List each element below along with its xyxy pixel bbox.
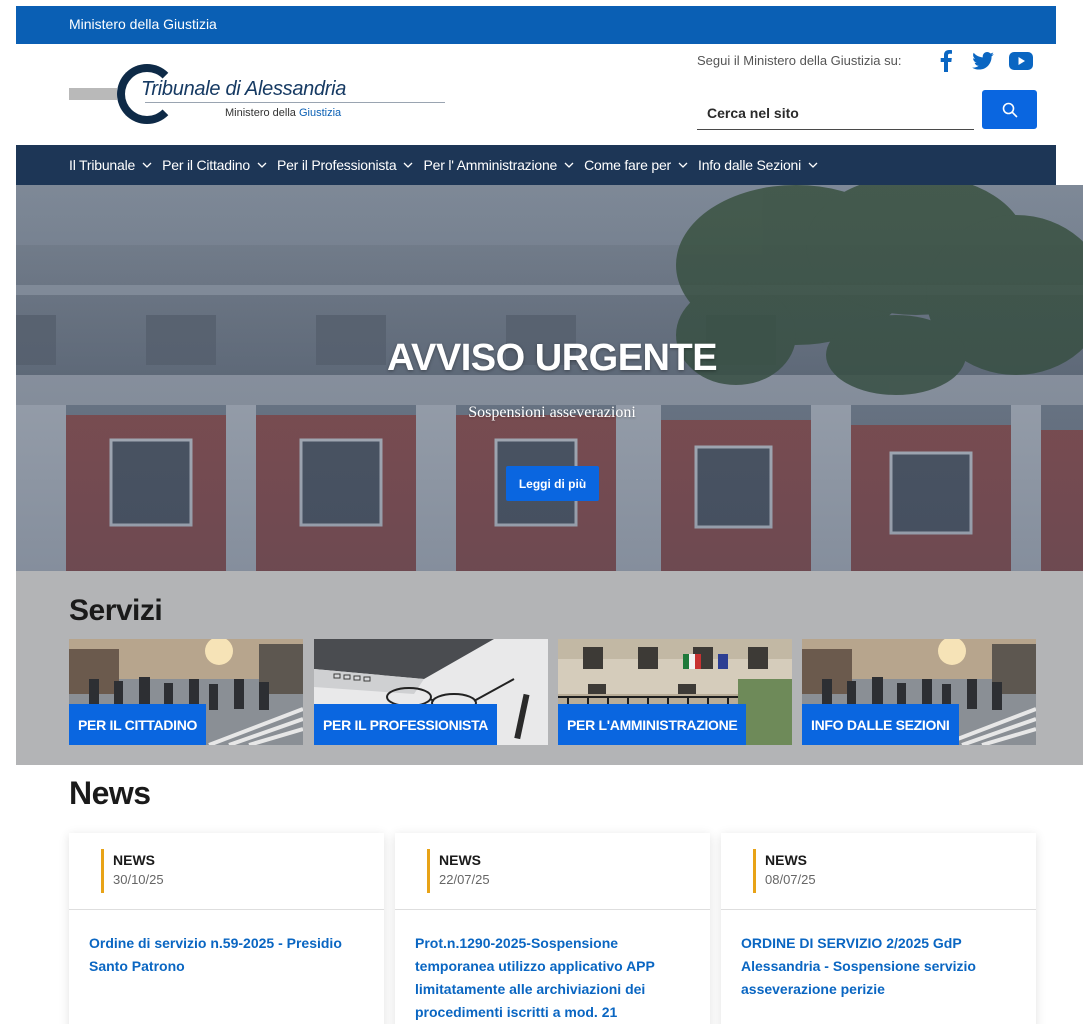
news-card[interactable]: NEWS 08/07/25 ORDINE DI SERVIZIO 2/2025 …	[721, 833, 1036, 1024]
nav-item-per-il-professionista[interactable]: Per il Professionista	[277, 157, 414, 173]
logo-subtitle-accent: Giustizia	[298, 107, 342, 119]
logo-subtitle-prefix: Ministero della	[225, 107, 299, 119]
news-link[interactable]: Ordine di servizio n.59-2025 - Presidio …	[89, 932, 362, 978]
servizi-title: Servizi	[69, 594, 163, 627]
nav-item-label: Per il Cittadino	[162, 157, 250, 173]
search-icon	[1002, 102, 1017, 117]
news-card[interactable]: NEWS 30/10/25 Ordine di servizio n.59-20…	[69, 833, 384, 1024]
news-meta: NEWS 08/07/25	[753, 849, 816, 893]
news-category: NEWS	[113, 852, 155, 868]
read-more-button[interactable]: Leggi di più	[506, 466, 599, 501]
chevron-down-icon	[678, 162, 688, 168]
nav-item-label: Per l' Amministrazione	[423, 157, 558, 173]
news-link[interactable]: Prot.n.1290-2025-Sospensione temporanea …	[415, 932, 688, 1024]
hero-title: AVVISO URGENTE	[386, 337, 718, 379]
service-card-cittadino[interactable]: PER IL CITTADINO	[69, 639, 303, 745]
service-card-label: PER IL PROFESSIONISTA	[314, 704, 498, 745]
twitter-icon[interactable]	[971, 49, 995, 73]
nav-item-label: Info dalle Sezioni	[698, 157, 802, 173]
chevron-down-icon	[564, 162, 574, 168]
nav-item-per-l-amministrazione[interactable]: Per l' Amministrazione	[423, 157, 574, 173]
news-divider	[69, 909, 384, 910]
site-logo[interactable]: Tribunale di Alessandria Ministero della…	[69, 62, 449, 132]
nav-item-label: Come fare per	[584, 157, 672, 173]
youtube-icon[interactable]	[1009, 49, 1033, 73]
ministry-link[interactable]: Ministero della Giustizia	[69, 16, 217, 32]
service-card-amministrazione[interactable]: PER L'AMMINISTRAZIONE	[558, 639, 792, 745]
main-nav: Il Tribunale Per il Cittadino Per il Pro…	[16, 145, 1056, 185]
news-date: 30/10/25	[113, 872, 164, 887]
chevron-down-icon	[257, 162, 267, 168]
news-link[interactable]: ORDINE DI SERVIZIO 2/2025 GdP Alessandri…	[741, 932, 1014, 1001]
news-title: News	[69, 775, 151, 811]
service-card-label: INFO DALLE SEZIONI	[802, 704, 959, 745]
nav-item-label: Per il Professionista	[276, 157, 397, 173]
nav-item-come-fare-per[interactable]: Come fare per	[584, 157, 688, 173]
service-card-professionista[interactable]: PER IL PROFESSIONISTA	[314, 639, 548, 745]
nav-item-label: Il Tribunale	[69, 157, 136, 173]
logo-bar-graphic	[69, 88, 117, 100]
news-date: 22/07/25	[439, 872, 490, 887]
news-meta: NEWS 22/07/25	[427, 849, 490, 893]
service-card-label: PER L'AMMINISTRAZIONE	[558, 704, 747, 745]
chevron-down-icon	[403, 162, 413, 168]
logo-subtitle: Ministero della Giustizia	[225, 107, 341, 119]
nav-item-per-il-cittadino[interactable]: Per il Cittadino	[162, 157, 267, 173]
news-meta: NEWS 30/10/25	[101, 849, 164, 893]
logo-title: Tribunale di Alessandria	[141, 78, 347, 100]
news-date: 08/07/25	[765, 872, 816, 887]
servizi-section: Servizi PER IL CITTADINO PER IL PROFESSI…	[16, 571, 1083, 765]
news-divider	[395, 909, 710, 910]
site-header: Tribunale di Alessandria Ministero della…	[16, 44, 1056, 145]
news-category: NEWS	[439, 852, 481, 868]
news-category: NEWS	[765, 852, 807, 868]
nav-item-info-dalle-sezioni[interactable]: Info dalle Sezioni	[698, 157, 818, 173]
hero-banner: AVVISO URGENTE Sospensioni asseverazioni…	[16, 185, 1083, 571]
hero-subtitle: Sospensioni asseverazioni	[468, 404, 636, 421]
chevron-down-icon	[142, 162, 152, 168]
chevron-down-icon	[808, 162, 818, 168]
news-divider	[721, 909, 1036, 910]
nav-item-il-tribunale[interactable]: Il Tribunale	[69, 157, 152, 173]
logo-divider	[145, 102, 445, 103]
social-label: Segui il Ministero della Giustizia su:	[697, 53, 902, 68]
news-card[interactable]: NEWS 22/07/25 Prot.n.1290-2025-Sospensio…	[395, 833, 710, 1024]
service-card-sezioni[interactable]: INFO DALLE SEZIONI	[802, 639, 1036, 745]
search-input[interactable]	[697, 96, 974, 130]
facebook-icon[interactable]	[934, 49, 958, 73]
ministry-topbar: Ministero della Giustizia	[16, 6, 1056, 44]
service-card-label: PER IL CITTADINO	[69, 704, 207, 745]
search-button[interactable]	[982, 90, 1037, 129]
